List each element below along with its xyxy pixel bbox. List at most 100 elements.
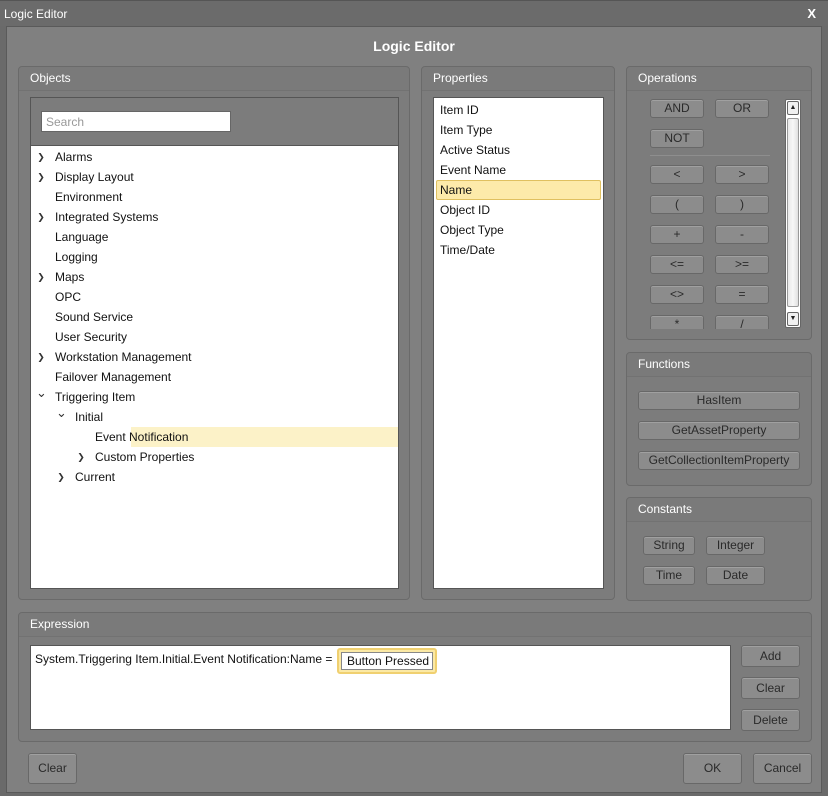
tree-item-label: Integrated Systems bbox=[55, 210, 159, 224]
chevron-right-icon[interactable]: ❯ bbox=[36, 207, 46, 227]
tree-item[interactable]: ❯ Current bbox=[31, 467, 398, 487]
and-button[interactable]: AND bbox=[650, 99, 704, 118]
tree-item[interactable]: ❯ Alarms bbox=[31, 147, 398, 167]
hasitem-button[interactable]: HasItem bbox=[638, 391, 800, 410]
open-paren-button[interactable]: ( bbox=[650, 195, 704, 214]
tree-item-label: Display Layout bbox=[55, 170, 134, 184]
tree-item[interactable]: ❯ Workstation Management bbox=[31, 347, 398, 367]
scroll-thumb[interactable] bbox=[787, 118, 799, 307]
greater-than-button[interactable]: > bbox=[715, 165, 769, 184]
objects-group: Objects ❯ Alarms ❯ Display Layout Environmen… bbox=[18, 66, 410, 600]
chevron-right-icon[interactable]: ❯ bbox=[36, 147, 46, 167]
expression-header: Expression bbox=[19, 613, 811, 637]
divide-button[interactable]: / bbox=[715, 315, 769, 329]
less-than-button[interactable]: < bbox=[650, 165, 704, 184]
property-item[interactable]: Item ID bbox=[436, 100, 601, 120]
chevron-right-icon[interactable]: ❯ bbox=[56, 467, 66, 487]
tree-item-label: Language bbox=[55, 230, 109, 244]
time-button[interactable]: Time bbox=[643, 566, 695, 585]
tree-item-label: Event Notification bbox=[95, 430, 189, 444]
ok-button[interactable]: OK bbox=[683, 753, 742, 784]
tree-item[interactable]: Environment bbox=[31, 187, 398, 207]
tree-item-label: Maps bbox=[55, 270, 85, 284]
tree-item[interactable]: Event Notification bbox=[31, 427, 398, 447]
scroll-up-icon[interactable]: ▲ bbox=[787, 101, 799, 115]
not-button[interactable]: NOT bbox=[650, 129, 704, 148]
tree-item-label: User Security bbox=[55, 330, 128, 344]
add-button[interactable]: Add bbox=[741, 645, 800, 667]
tree-item[interactable]: Language bbox=[31, 227, 398, 247]
window-title: Logic Editor bbox=[4, 7, 68, 21]
getcollectionitemproperty-button[interactable]: GetCollectionItemProperty bbox=[638, 451, 800, 470]
objects-tree: ❯ Alarms ❯ Display Layout Environment ❯ Integr… bbox=[31, 146, 398, 487]
tree-item-label: Alarms bbox=[55, 150, 93, 164]
tree-item-label: Failover Management bbox=[55, 370, 172, 384]
greater-equal-button[interactable]: >= bbox=[715, 255, 769, 274]
plus-button[interactable]: + bbox=[650, 225, 704, 244]
expression-clear-button[interactable]: Clear bbox=[741, 677, 800, 699]
chevron-right-icon[interactable]: ❯ bbox=[36, 347, 46, 367]
property-item[interactable]: Time/Date bbox=[436, 240, 601, 260]
functions-header: Functions bbox=[627, 353, 811, 377]
tree-item[interactable]: Logging bbox=[31, 247, 398, 267]
delete-button[interactable]: Delete bbox=[741, 709, 800, 731]
operations-scrollbar[interactable]: ▲ ▼ bbox=[785, 99, 801, 328]
tree-item[interactable]: ❯ Maps bbox=[31, 267, 398, 287]
scroll-down-icon[interactable]: ▼ bbox=[787, 312, 799, 326]
tree-item-label: Workstation Management bbox=[55, 350, 192, 364]
tree-item[interactable]: ❯ Display Layout bbox=[31, 167, 398, 187]
getassetproperty-button[interactable]: GetAssetProperty bbox=[638, 421, 800, 440]
tree-item[interactable]: ❯ Custom Properties bbox=[31, 447, 398, 467]
chevron-right-icon[interactable]: ❯ bbox=[36, 267, 46, 287]
tree-item-label: Custom Properties bbox=[95, 450, 195, 464]
tree-item[interactable]: ⌄ Initial bbox=[31, 405, 398, 427]
tree-item-label: Triggering Item bbox=[55, 390, 136, 404]
chevron-down-icon[interactable]: ⌄ bbox=[56, 403, 67, 423]
dialog-title: Logic Editor bbox=[373, 38, 455, 54]
tree-item-label: Logging bbox=[55, 250, 98, 264]
equals-button[interactable]: = bbox=[715, 285, 769, 304]
tree-item-label: Environment bbox=[55, 190, 123, 204]
tree-item[interactable]: User Security bbox=[31, 327, 398, 347]
tree-item-label: Initial bbox=[75, 410, 104, 424]
expression-group: Expression System.Triggering Item.Initia… bbox=[18, 612, 812, 742]
properties-group: Properties Item ID Item Type Active Status… bbox=[421, 66, 615, 600]
property-item[interactable]: Name bbox=[436, 180, 601, 200]
close-icon[interactable]: X bbox=[807, 1, 816, 27]
close-paren-button[interactable]: ) bbox=[715, 195, 769, 214]
string-button[interactable]: String bbox=[643, 536, 695, 555]
cancel-button[interactable]: Cancel bbox=[753, 753, 812, 784]
constants-group: Constants String Integer Time Date bbox=[626, 497, 812, 601]
or-button[interactable]: OR bbox=[715, 99, 769, 118]
tree-item[interactable]: ❯ Integrated Systems bbox=[31, 207, 398, 227]
less-equal-button[interactable]: <= bbox=[650, 255, 704, 274]
objects-header: Objects bbox=[19, 67, 409, 91]
chevron-right-icon[interactable]: ❯ bbox=[36, 167, 46, 187]
chevron-down-icon[interactable]: ⌄ bbox=[36, 383, 47, 403]
search-input[interactable] bbox=[41, 111, 231, 132]
tree-item[interactable]: OPC bbox=[31, 287, 398, 307]
tree-item-label: Current bbox=[75, 470, 116, 484]
tree-item[interactable]: ⌄ Triggering Item bbox=[31, 385, 398, 407]
property-item[interactable]: Object ID bbox=[436, 200, 601, 220]
constants-header: Constants bbox=[627, 498, 811, 522]
tree-item[interactable]: Failover Management bbox=[31, 367, 398, 387]
clear-button[interactable]: Clear bbox=[28, 753, 77, 784]
expression-editor[interactable]: System.Triggering Item.Initial.Event Not… bbox=[30, 645, 731, 730]
chevron-right-icon[interactable]: ❯ bbox=[76, 447, 86, 467]
property-item[interactable]: Event Name bbox=[436, 160, 601, 180]
properties-list: Item ID Item Type Active Status Event Name N… bbox=[433, 97, 604, 589]
operations-header: Operations bbox=[627, 67, 811, 91]
divider bbox=[650, 155, 770, 156]
property-item[interactable]: Active Status bbox=[436, 140, 601, 160]
tree-item[interactable]: Sound Service bbox=[31, 307, 398, 327]
property-item[interactable]: Object Type bbox=[436, 220, 601, 240]
multiply-button[interactable]: * bbox=[650, 315, 704, 329]
integer-button[interactable]: Integer bbox=[706, 536, 765, 555]
minus-button[interactable]: - bbox=[715, 225, 769, 244]
property-item[interactable]: Item Type bbox=[436, 120, 601, 140]
tree-item-label: Sound Service bbox=[55, 310, 134, 324]
not-equal-button[interactable]: <> bbox=[650, 285, 704, 304]
expression-value-field[interactable]: Button Pressed bbox=[337, 648, 437, 674]
date-button[interactable]: Date bbox=[706, 566, 765, 585]
